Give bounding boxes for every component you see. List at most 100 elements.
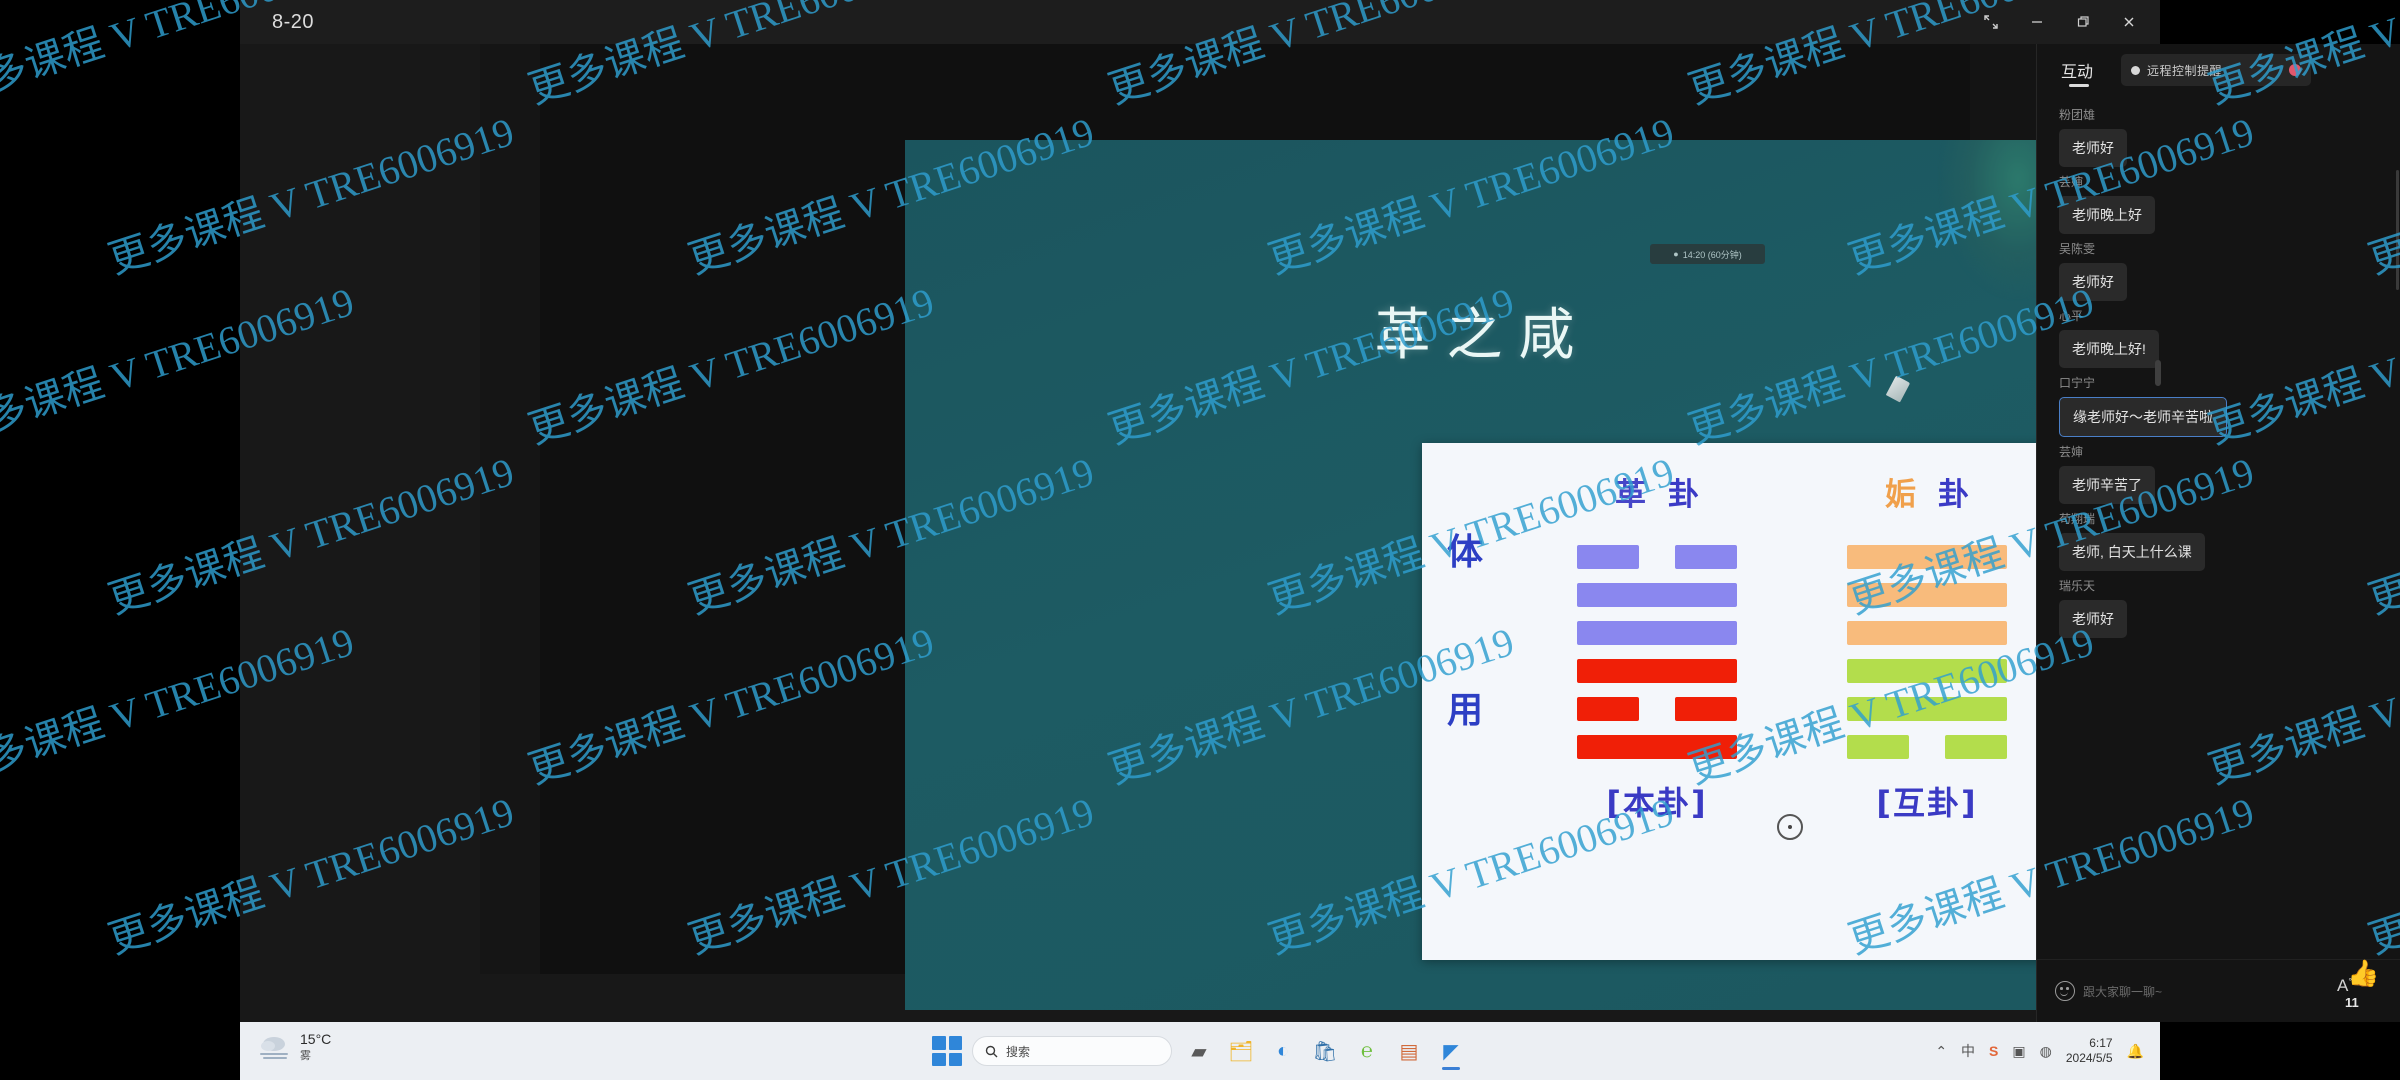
- stage-left-strip: [480, 44, 540, 974]
- panel-collapse-handle[interactable]: [2155, 360, 2161, 386]
- edge-browser-icon[interactable]: ◐: [1266, 1034, 1300, 1068]
- tab-active-underline: [2069, 84, 2089, 87]
- hexagram-column: 姤卦 [互卦]: [1802, 469, 2052, 824]
- weather-widget[interactable]: 15°C 雾: [258, 1031, 332, 1063]
- chat-bubble[interactable]: 老师好: [2059, 600, 2127, 638]
- weather-description: 雾: [300, 1050, 311, 1063]
- presentation-slide: ● 14:20 (60分钟) 革之咸 体 用 nayona.cn 革卦[本卦]姤…: [905, 140, 2060, 1010]
- restore-arrows-icon[interactable]: [1968, 0, 2014, 44]
- hexagram-line-solid: [1532, 652, 1782, 690]
- presentation-timer-chip: ● 14:20 (60分钟): [1650, 244, 1765, 264]
- interaction-header: 互动 远程控制提醒: [2037, 44, 2400, 100]
- emoji-icon[interactable]: [2055, 981, 2075, 1001]
- app-window: 8-20 ● 14:20 (60分钟) 革之咸 体 用 革卦 [本卦] 姤卦 […: [240, 0, 2400, 1022]
- chat-message-list[interactable]: 粉团雄 老师好 芸婶 老师晚上好 吴陈雯 老师好 心平 老师晚上好! 口宁宁 缘老师好～老师辛苦啦…: [2037, 100, 2400, 960]
- thumbs-up-icon: 👍: [2347, 958, 2380, 988]
- remote-control-label: 远程控制提醒: [2147, 63, 2223, 78]
- chat-message: 苟翔瑞老师, 白天上什么课: [2037, 504, 2400, 571]
- chat-bubble[interactable]: 缘老师好～老师辛苦啦: [2059, 397, 2227, 437]
- show-hidden-icons[interactable]: ⌃: [1935, 1043, 1947, 1060]
- task-view-icon[interactable]: ▰: [1182, 1034, 1216, 1068]
- chat-message: 吴陈雯 老师好: [2037, 234, 2400, 301]
- remote-status-icon: [2131, 65, 2140, 75]
- hexagram-columns: 革卦[本卦]姤卦[互卦]咸卦[变卦]: [1422, 443, 2060, 960]
- chat-bubble[interactable]: 老师好: [2059, 129, 2127, 167]
- close-icon[interactable]: [2106, 0, 2152, 44]
- chat-message: 口宁宁缘老师好～老师辛苦啦: [2037, 368, 2400, 437]
- shared-screen-stage: ● 14:20 (60分钟) 革之咸 体 用 nayona.cn 革卦[本卦]姤…: [480, 44, 2261, 1010]
- taskbar-apps: ▰ 🗂 ◐ 🛍 ℮ ▤ ◤: [1182, 1034, 1468, 1070]
- chat-scrollbar[interactable]: [2396, 170, 2399, 290]
- hexagram-line-broken: [1532, 538, 1782, 576]
- hexagram-line-solid: [1802, 538, 2052, 576]
- hexagram-column: 革卦 [本卦]: [1532, 469, 1782, 824]
- chat-bubble[interactable]: 老师晚上好: [2059, 196, 2155, 234]
- hexagram-card: 体 用 nayona.cn 革卦[本卦]姤卦[互卦]咸卦[变卦]: [1422, 443, 2060, 960]
- hexagram-line-solid: [1532, 576, 1782, 614]
- hexagram-line-solid: [1532, 728, 1782, 766]
- sogou-icon[interactable]: S: [1989, 1043, 1998, 1059]
- recording-indicator-icon[interactable]: [2289, 64, 2301, 76]
- window-titlebar: 8-20: [240, 0, 2160, 44]
- store-icon[interactable]: 🛍: [1308, 1034, 1342, 1068]
- screen-record-icon[interactable]: ▣: [2012, 1043, 2025, 1060]
- window-controls: [1968, 0, 2152, 44]
- hexagram-line-broken: [1802, 728, 2052, 766]
- hexagram-lines: [1802, 538, 2052, 766]
- start-button-icon[interactable]: [932, 1036, 962, 1066]
- chat-message: 瑞乐天 老师好: [2037, 571, 2400, 638]
- chat-bubble[interactable]: 老师好: [2059, 263, 2127, 301]
- timer-label: 14:20 (60分钟): [1682, 249, 1742, 260]
- chat-input[interactable]: 跟大家聊一聊~: [2055, 976, 2323, 1006]
- notification-bell-icon[interactable]: 🔔: [2127, 1043, 2144, 1060]
- weather-temperature: 15°C: [300, 1031, 332, 1047]
- hexagram-title: 革卦: [1615, 477, 1721, 513]
- hexagram-line-broken: [1532, 690, 1782, 728]
- hexagram-line-solid: [1532, 614, 1782, 652]
- chat-message: 粉团雄 老师好: [2037, 100, 2400, 167]
- internet-explorer-icon[interactable]: ℮: [1350, 1034, 1384, 1068]
- hexagram-title: 姤卦: [1885, 477, 1991, 513]
- chat-bubble[interactable]: 老师晚上好!: [2059, 330, 2159, 368]
- hexagram-line-solid: [1802, 576, 2052, 614]
- tab-interaction-label: 互动: [2061, 64, 2094, 81]
- chat-bubble[interactable]: 老师, 白天上什么课: [2059, 533, 2205, 571]
- chat-username: 苟翔瑞: [2059, 512, 2096, 526]
- taskbar-center: 搜索 ▰ 🗂 ◐ 🛍 ℮ ▤ ◤: [932, 1022, 1468, 1080]
- like-button[interactable]: 👍 11: [2335, 956, 2391, 1012]
- chat-username: 瑞乐天: [2059, 579, 2096, 593]
- interaction-panel: 互动 远程控制提醒 粉团雄 老师好 芸婶 老师晚上好 吴陈雯 老师好 心平 老师晚上好! 口宁宁…: [2036, 44, 2400, 1022]
- hexagram-line-solid: [1802, 690, 2052, 728]
- chat-message: 心平老师晚上好!: [2037, 301, 2400, 368]
- hexagram-line-solid: [1802, 652, 2052, 690]
- hexagram-lines: [1532, 538, 1782, 766]
- fog-weather-icon: [258, 1033, 292, 1063]
- slide-title: 革之咸: [1374, 303, 1591, 368]
- clock-time: 6:17: [2089, 1036, 2113, 1050]
- search-placeholder: 搜索: [1006, 1044, 1031, 1059]
- powerpoint-icon[interactable]: ▤: [1392, 1034, 1426, 1068]
- tab-interaction[interactable]: 互动: [2061, 58, 2094, 87]
- stage-inner: ● 14:20 (60分钟) 革之咸 体 用 nayona.cn 革卦[本卦]姤…: [480, 44, 2261, 1010]
- minimize-icon[interactable]: [2014, 0, 2060, 44]
- chat-username: 芸婶: [2059, 445, 2084, 459]
- volume-icon[interactable]: ◍: [2040, 1043, 2052, 1060]
- hexagram-caption: [互卦]: [1876, 784, 1978, 822]
- screen: 8-20 ● 14:20 (60分钟) 革之咸 体 用 革卦 [本卦] 姤卦 […: [0, 0, 2400, 1080]
- hexagram-caption: [本卦]: [1606, 784, 1708, 822]
- meeting-app-icon[interactable]: ◤: [1434, 1034, 1468, 1070]
- chat-bubble[interactable]: 老师辛苦了: [2059, 466, 2155, 504]
- remote-control-button[interactable]: 远程控制提醒: [2121, 54, 2311, 86]
- input-method-icon[interactable]: 中: [1961, 1041, 1975, 1061]
- chat-message: 芸婶 老师晚上好: [2037, 167, 2400, 234]
- taskbar-search[interactable]: 搜索: [972, 1036, 1172, 1066]
- file-explorer-icon[interactable]: 🗂: [1224, 1034, 1258, 1068]
- windows-taskbar: 15°C 雾 搜索 ▰ 🗂 ◐ 🛍 ℮ ▤ ◤ ⌃ 中 S ▣ ◍ 6:17 2024/5/…: [240, 1022, 2160, 1080]
- chat-username: 口宁宁: [2059, 376, 2096, 390]
- chat-username: 心平: [2059, 309, 2084, 323]
- chat-input-placeholder: 跟大家聊一聊~: [2083, 984, 2163, 999]
- taskbar-clock[interactable]: 6:17 2024/5/5: [2066, 1036, 2113, 1066]
- hexagram-line-solid: [1802, 614, 2052, 652]
- like-count: 11: [2345, 995, 2359, 1010]
- maximize-icon[interactable]: [2060, 0, 2106, 44]
